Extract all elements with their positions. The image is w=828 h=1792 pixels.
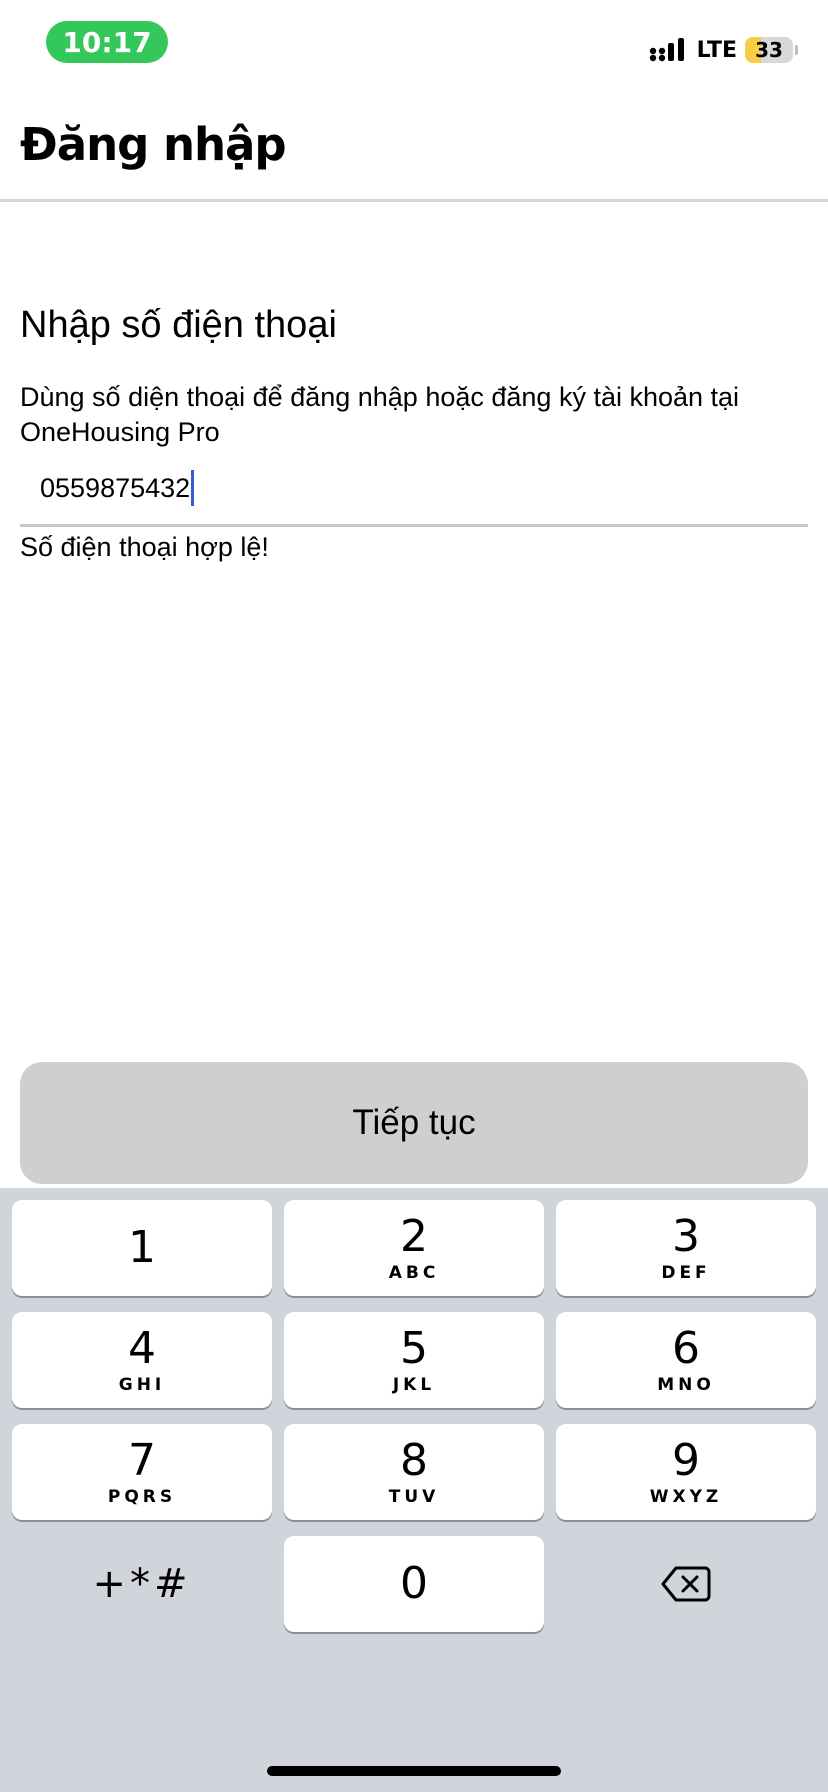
key-digit: 3 [672,1211,700,1262]
cellular-signal-icon [649,38,684,62]
continue-button[interactable]: Tiếp tục [20,1062,808,1184]
key-letters: JKL [392,1375,436,1395]
backspace-icon [661,1566,711,1602]
key-7[interactable]: 7 PQRS [12,1424,272,1520]
key-6[interactable]: 6 MNO [556,1312,816,1408]
key-0[interactable]: 0 [284,1536,544,1632]
key-digit: 5 [400,1323,428,1374]
key-digit: 4 [128,1323,156,1374]
battery-icon: 33 [745,37,793,63]
network-type: LTE [696,37,737,63]
status-bar: 10:17 LTE 33 [0,0,828,80]
key-letters: WXYZ [649,1487,723,1507]
key-digit: 1 [128,1222,156,1273]
phone-input[interactable]: 0559875432 [40,466,800,510]
page-title: Đăng nhập [20,118,287,171]
key-letters: PQRS [107,1487,177,1507]
key-digit: 6 [672,1323,700,1374]
key-letters: ABC [388,1263,440,1283]
key-digit: 0 [400,1558,428,1609]
battery-cap [795,45,798,55]
home-indicator [267,1766,561,1776]
key-letters: TUV [388,1487,440,1507]
key-digit: 2 [400,1211,428,1262]
symbols-label: +*# [92,1561,192,1607]
key-8[interactable]: 8 TUV [284,1424,544,1520]
status-indicators: LTE 33 [649,34,798,66]
numeric-keyboard: 1 2 ABC 3 DEF 4 GHI 5 JKL 6 MNO 7 PQRS 8… [0,1188,828,1792]
key-1[interactable]: 1 [12,1200,272,1296]
header-divider [0,199,828,202]
text-caret [191,470,195,506]
continue-button-label: Tiếp tục [352,1103,476,1142]
key-4[interactable]: 4 GHI [12,1312,272,1408]
delete-key[interactable] [556,1536,816,1632]
key-digit: 9 [672,1435,700,1486]
key-digit: 8 [400,1435,428,1486]
key-letters: MNO [657,1375,715,1395]
login-description: Dùng số diện thoại để đăng nhập hoặc đăn… [20,382,740,447]
key-letters: GHI [118,1375,166,1395]
key-9[interactable]: 9 WXYZ [556,1424,816,1520]
phone-input-underline [20,524,808,527]
key-digit: 7 [128,1435,156,1486]
key-letters: DEF [661,1263,711,1283]
validation-message: Số điện thoại hợp lệ! [20,532,269,562]
phone-input-value: 0559875432 [40,472,191,503]
key-2[interactable]: 2 ABC [284,1200,544,1296]
status-time: 10:17 [46,21,168,63]
battery-percent: 33 [755,38,783,62]
symbols-key[interactable]: +*# [12,1536,272,1632]
section-title: Nhập số điện thoại [20,304,337,346]
key-3[interactable]: 3 DEF [556,1200,816,1296]
key-5[interactable]: 5 JKL [284,1312,544,1408]
